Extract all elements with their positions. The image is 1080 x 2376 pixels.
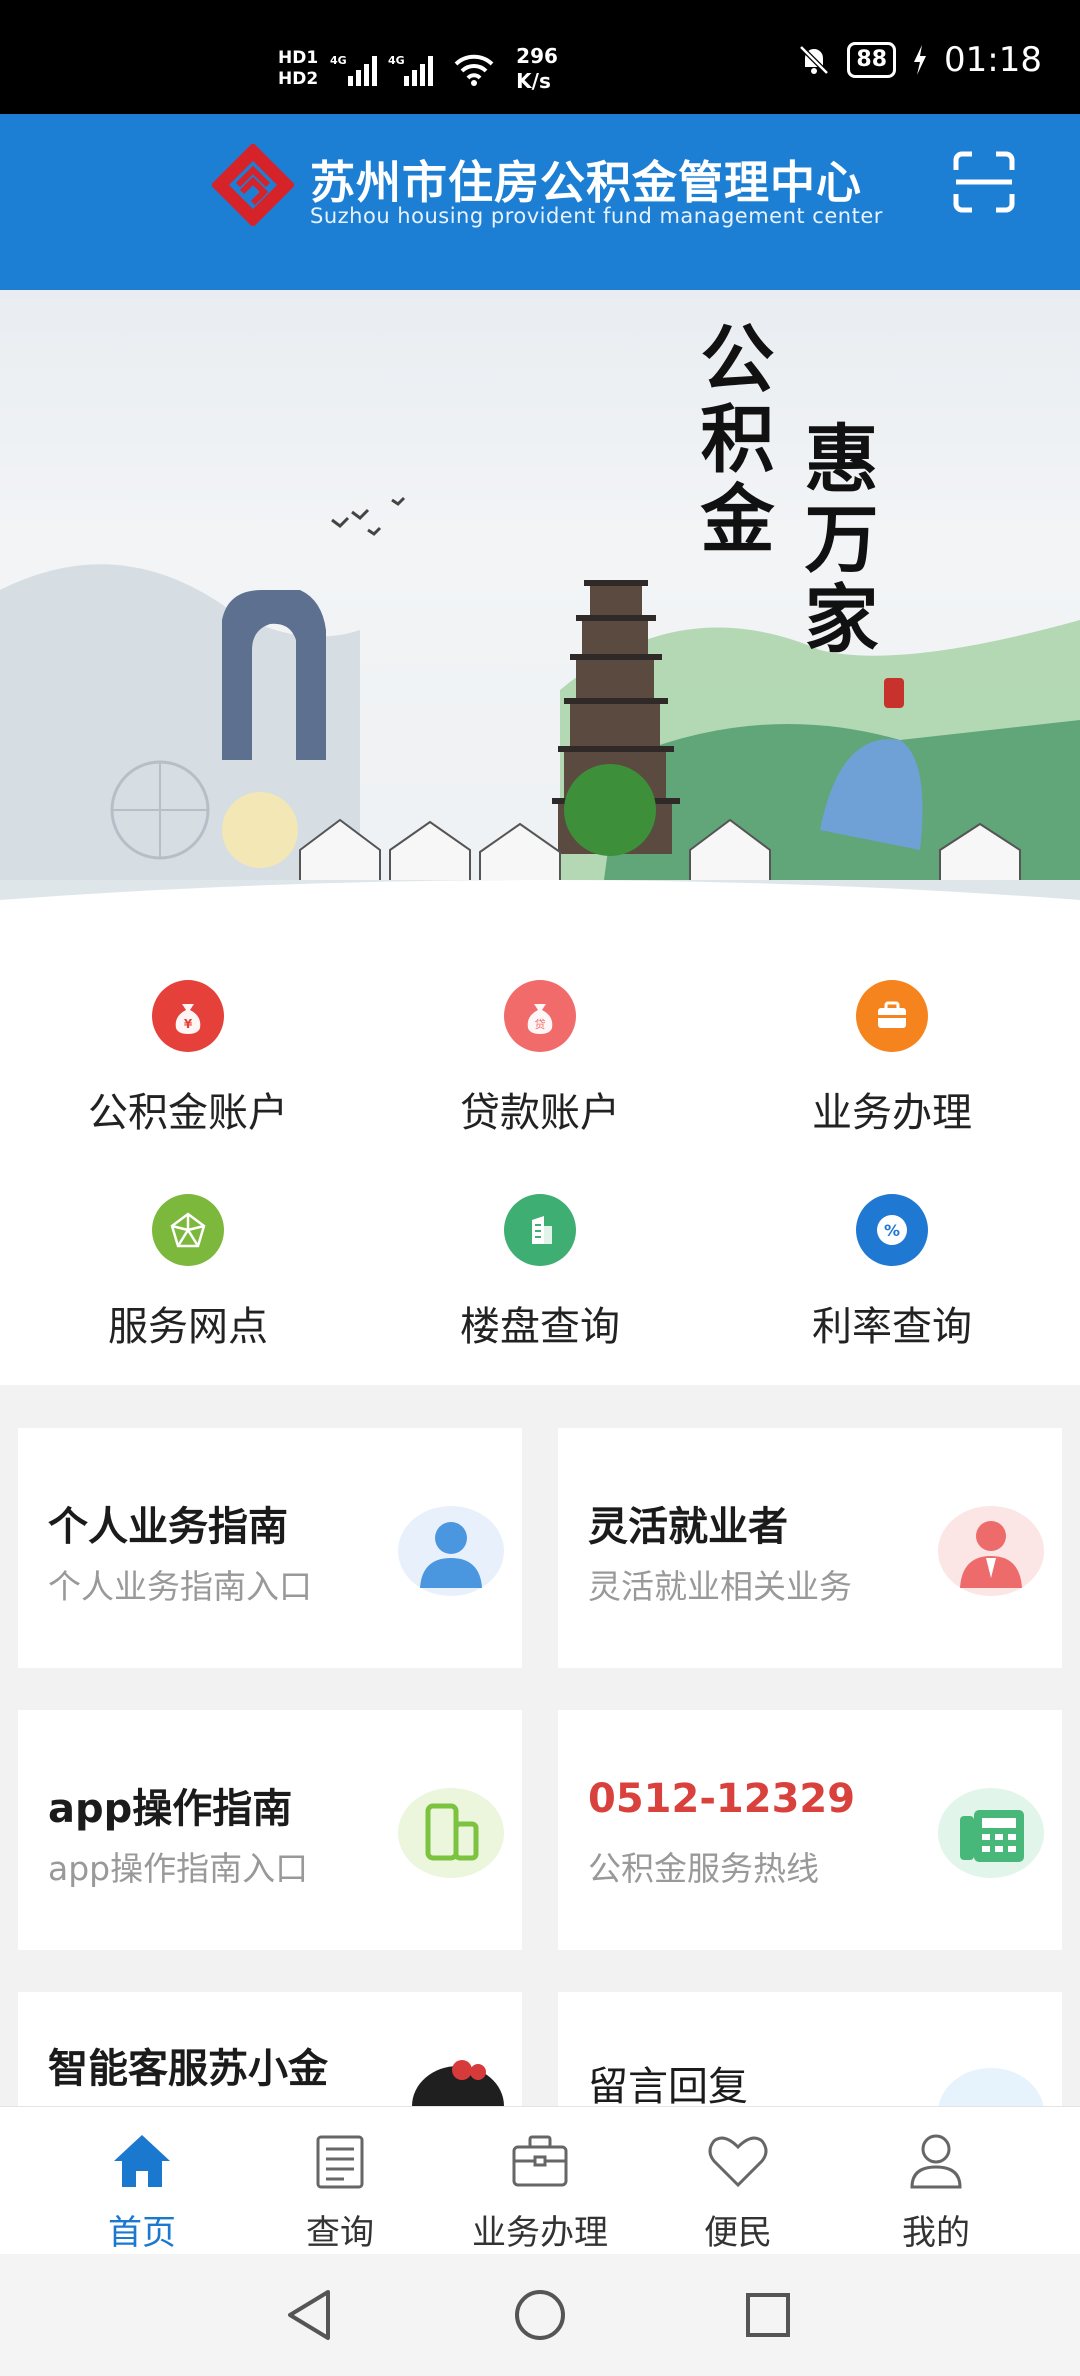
- worker-icon: [938, 1506, 1044, 1596]
- hd-indicators: HD1 HD2: [278, 48, 318, 90]
- charging-icon: [914, 45, 927, 75]
- card-title: 个人业务指南: [48, 1504, 288, 1550]
- quick-item-provident-account[interactable]: ¥ 公积金账户: [38, 980, 338, 1140]
- card-flexible-employment[interactable]: 灵活就业者 灵活就业相关业务: [558, 1428, 1062, 1668]
- net-speed: 296 K/s: [516, 44, 558, 94]
- nav-label: 便民: [704, 2213, 772, 2253]
- briefcase-icon: [512, 2135, 568, 2187]
- hotline-number[interactable]: 0512-12329: [588, 1776, 855, 1822]
- document-icon: [316, 2135, 364, 2189]
- quick-item-label: 服务网点: [108, 1304, 268, 1350]
- wifi-icon: [454, 54, 494, 86]
- svg-text:%: %: [884, 1221, 900, 1240]
- briefcase-icon: [856, 980, 928, 1052]
- app-title: 苏州市住房公积金管理中心: [310, 156, 863, 209]
- mute-bell-icon: [799, 45, 830, 75]
- nav-label: 我的: [902, 2213, 970, 2253]
- percent-icon: %: [856, 1194, 928, 1266]
- status-bar: HD1 HD2 4G 4G 296 K/s 88 01:18: [0, 0, 1080, 114]
- user-icon: [910, 2134, 962, 2189]
- seal-stamp-icon: [884, 678, 904, 708]
- nav-label: 首页: [108, 2213, 176, 2253]
- card-title: 智能客服苏小金: [48, 2046, 328, 2092]
- svg-text:¥: ¥: [184, 1017, 193, 1031]
- quick-menu: ¥ 公积金账户 贷 贷款账户 业务办理 服务网点 楼盘查询 % 利率查询: [0, 910, 1080, 1385]
- svg-text:4G: 4G: [388, 54, 405, 67]
- hd2-indicator: HD2: [278, 69, 319, 89]
- scan-icon[interactable]: [952, 150, 1016, 214]
- recents-square-icon[interactable]: [744, 2291, 792, 2339]
- card-subtitle: 公积金服务热线: [588, 1849, 819, 1888]
- nav-label: 查询: [306, 2213, 374, 2253]
- nav-home[interactable]: 首页: [52, 2129, 232, 2254]
- status-right: 88 01:18: [797, 40, 1042, 80]
- nav-mine[interactable]: 我的: [846, 2129, 1026, 2254]
- quick-item-label: 贷款账户: [460, 1090, 620, 1136]
- building-icon: [504, 1194, 576, 1266]
- banner-illustration: [0, 496, 1080, 910]
- status-left: HD1 HD2 4G 4G 296 K/s: [278, 44, 558, 94]
- quick-item-loan-account[interactable]: 贷 贷款账户: [390, 980, 690, 1140]
- home-icon: [114, 2135, 170, 2187]
- card-personal-guide[interactable]: 个人业务指南 个人业务指南入口: [18, 1428, 522, 1668]
- battery-level: 88: [847, 42, 897, 78]
- signal-icon: 4G 4G: [330, 54, 434, 86]
- quick-item-label: 利率查询: [812, 1304, 972, 1350]
- phone-icon: [398, 1788, 504, 1878]
- quick-item-label: 公积金账户: [88, 1090, 288, 1136]
- nav-business[interactable]: 业务办理: [450, 2129, 630, 2254]
- quick-item-rate-query[interactable]: % 利率查询: [742, 1194, 1042, 1354]
- bottom-navigation: 首页 查询 业务办理 便民 我的: [0, 2106, 1080, 2255]
- net-speed-value: 296: [516, 44, 558, 68]
- home-circle-icon[interactable]: [513, 2288, 567, 2342]
- app-header: 苏州市住房公积金管理中心 Suzhou housing provident fu…: [0, 114, 1080, 304]
- card-subtitle: 个人业务指南入口: [48, 1567, 312, 1606]
- telephone-icon: [938, 1788, 1044, 1878]
- back-triangle-icon[interactable]: [284, 2288, 334, 2342]
- card-subtitle: 灵活就业相关业务: [588, 1567, 852, 1606]
- network-icon: [152, 1194, 224, 1266]
- quick-item-label: 楼盘查询: [460, 1304, 620, 1350]
- svg-text:4G: 4G: [330, 54, 347, 67]
- quick-item-label: 业务办理: [812, 1090, 972, 1136]
- banner-slogan-1: 公积金: [688, 320, 774, 560]
- card-title: app操作指南: [48, 1786, 293, 1832]
- banner[interactable]: 公积金 惠万家: [0, 290, 1080, 910]
- money-bag-icon: ¥: [152, 980, 224, 1052]
- quick-item-property-query[interactable]: 楼盘查询: [390, 1194, 690, 1354]
- app-subtitle: Suzhou housing provident fund management…: [310, 204, 883, 228]
- net-speed-unit: K/s: [516, 69, 551, 93]
- card-subtitle: app操作指南入口: [48, 1849, 309, 1888]
- card-title: 灵活就业者: [588, 1504, 788, 1550]
- banner-slogan-2: 惠万家: [792, 420, 878, 660]
- card-app-guide[interactable]: app操作指南 app操作指南入口: [18, 1710, 522, 1950]
- clock: 01:18: [944, 40, 1042, 80]
- card-hotline[interactable]: 0512-12329 公积金服务热线: [558, 1710, 1062, 1950]
- heart-icon: [708, 2136, 768, 2188]
- person-icon: [398, 1506, 504, 1596]
- quick-item-business[interactable]: 业务办理: [742, 980, 1042, 1140]
- nav-query[interactable]: 查询: [250, 2129, 430, 2254]
- nav-label: 业务办理: [472, 2213, 608, 2253]
- card-title: 留言回复: [588, 2064, 748, 2110]
- loan-bag-icon: 贷: [504, 980, 576, 1052]
- hd1-indicator: HD1: [278, 48, 319, 68]
- quick-item-service-outlets[interactable]: 服务网点: [38, 1194, 338, 1354]
- svg-text:贷: 贷: [535, 1017, 546, 1031]
- system-navigation-bar: [0, 2254, 1080, 2376]
- nav-convenience[interactable]: 便民: [648, 2129, 828, 2254]
- logo-icon: [212, 144, 294, 226]
